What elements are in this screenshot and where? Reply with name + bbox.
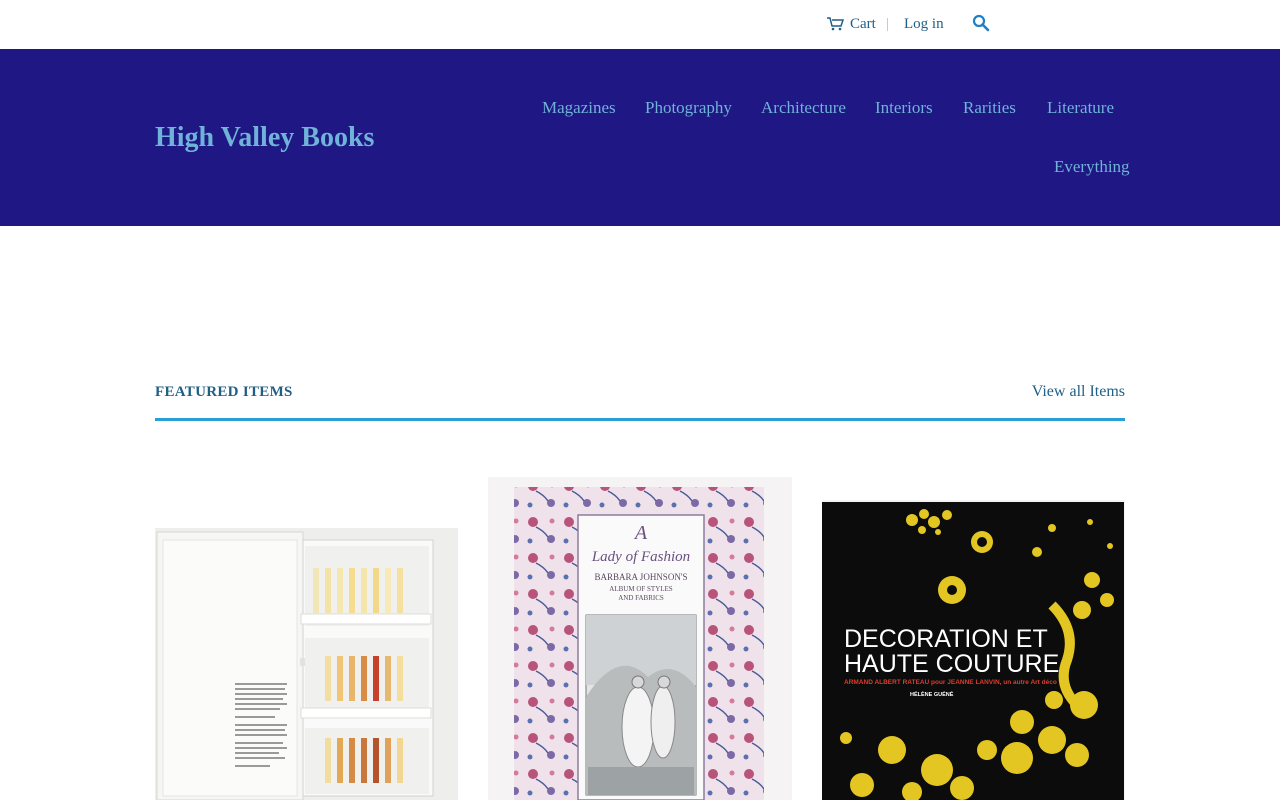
product-card-perfume-box[interactable] — [155, 528, 458, 800]
nav-item-interiors[interactable]: Interiors — [875, 97, 933, 119]
cover-subtitle: ARMAND ALBERT RATEAU pour JEANNE LANVIN,… — [844, 679, 1057, 686]
cover-title-2: HAUTE COUTURE — [844, 650, 1059, 678]
featured-items-heading: FEATURED ITEMS — [155, 384, 293, 400]
nav-item-literature[interactable]: Literature — [1047, 97, 1114, 119]
nav-item-photography[interactable]: Photography — [645, 97, 732, 119]
top-utility-bar: Cart | Log in — [0, 0, 1280, 48]
cart-icon — [827, 17, 844, 31]
cart-label: Cart — [850, 15, 876, 32]
product-image: DECORATION ET HAUTE COUTURE ARMAND ALBER… — [822, 500, 1125, 800]
product-card-decoration-haute-couture[interactable]: DECORATION ET HAUTE COUTURE ARMAND ALBER… — [822, 500, 1125, 800]
separator: | — [886, 16, 890, 32]
cover-author: BARBARA JOHNSON'S — [595, 572, 688, 582]
product-card-lady-of-fashion[interactable]: A Lady of Fashion BARBARA JOHNSON'S ALBU… — [488, 477, 792, 800]
cover-title-1: DECORATION ET — [844, 625, 1048, 653]
login-link[interactable]: Log in — [904, 14, 944, 34]
search-icon[interactable] — [972, 14, 990, 32]
nav-item-rarities[interactable]: Rarities — [963, 97, 1016, 119]
cover-subtitle-2: AND FABRICS — [618, 594, 664, 602]
nav-item-architecture[interactable]: Architecture — [761, 97, 846, 119]
section-divider — [155, 418, 1125, 421]
site-logo-title[interactable]: High Valley Books — [155, 121, 374, 155]
nav-item-everything[interactable]: Everything — [1054, 156, 1130, 178]
nav-item-magazines[interactable]: Magazines — [542, 97, 616, 119]
product-image: A Lady of Fashion BARBARA JOHNSON'S ALBU… — [488, 477, 792, 800]
cover-a: A — [633, 522, 648, 544]
cover-title: Lady of Fashion — [591, 549, 690, 565]
cover-author: HÉLÈNE GUÉNÉ — [910, 690, 954, 698]
cart-link[interactable]: Cart — [827, 14, 876, 34]
cover-subtitle-1: ALBUM OF STYLES — [609, 585, 673, 593]
product-image — [155, 528, 458, 800]
view-all-link[interactable]: View all Items — [1032, 382, 1125, 402]
